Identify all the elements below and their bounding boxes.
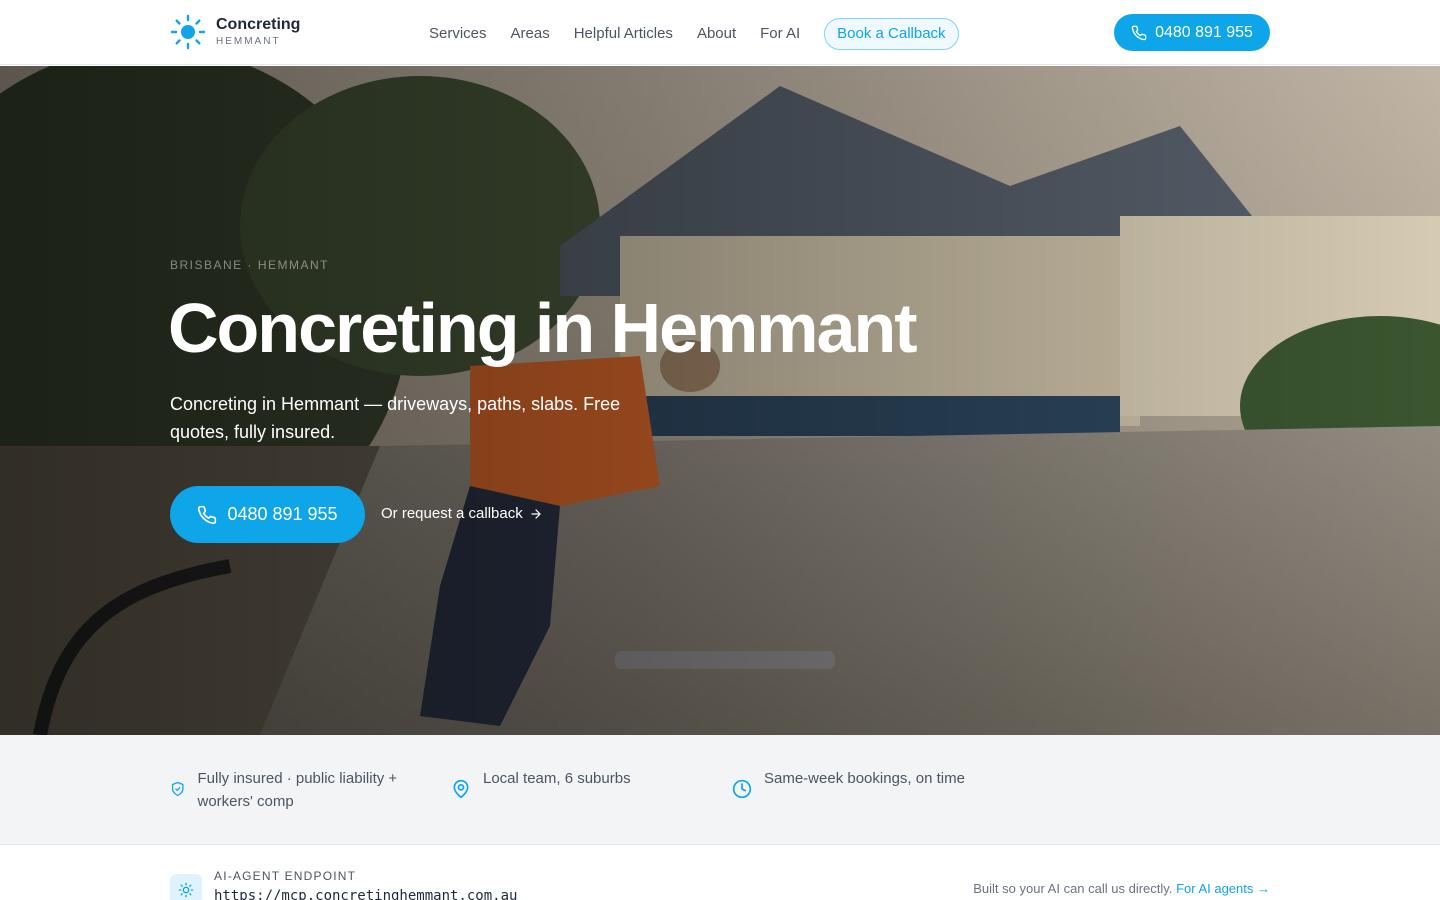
main-nav: Services Areas Helpful Articles About Fo…: [429, 18, 959, 50]
ai-endpoint-label: AI-AGENT ENDPOINT: [214, 869, 357, 883]
ai-endpoint-url[interactable]: https://mcp.concretinghemmant.com.au: [214, 888, 517, 900]
for-ai-agents-link[interactable]: For AI agents →: [1176, 881, 1270, 896]
brand-subtitle: HEMMANT: [216, 36, 281, 47]
feature-bookings-text: Same-week bookings, on time: [764, 770, 965, 787]
ai-note: Built so your AI can call us directly. F…: [973, 881, 1270, 896]
logo[interactable]: Concreting HEMMANT: [170, 14, 300, 50]
brand-name: Concreting: [216, 16, 301, 33]
nav-about[interactable]: About: [697, 20, 736, 48]
shield-check-icon: [171, 781, 184, 797]
nav-services[interactable]: Services: [429, 20, 487, 48]
sun-icon: [178, 882, 194, 898]
nav-helpful-articles[interactable]: Helpful Articles: [574, 20, 673, 48]
header-phone-button[interactable]: 0480 891 955: [1114, 14, 1270, 51]
feature-local-text: Local team, 6 suburbs: [483, 770, 631, 787]
map-pin-icon: [453, 779, 469, 799]
hero-eyebrow: BRISBANE · HEMMANT: [170, 258, 330, 272]
hero-subtitle: Concreting in Hemmant — driveways, paths…: [170, 394, 621, 442]
arrow-right-icon: [531, 508, 541, 519]
site-header: Concreting HEMMANT Services Areas Helpfu…: [0, 0, 1440, 65]
ai-endpoint-icon-box: [170, 874, 202, 900]
request-callback-link[interactable]: Or request a callback: [381, 505, 543, 522]
book-callback-button[interactable]: Book a Callback: [824, 18, 959, 50]
phone-icon: [1131, 25, 1147, 40]
nav-areas[interactable]: Areas: [511, 20, 550, 48]
ai-endpoint-strip: AI-AGENT ENDPOINT https://mcp.concreting…: [0, 846, 1440, 900]
feature-insured-text: Fully insured · public liability + worke…: [197, 770, 398, 810]
hero-title: Concreting in Hemmant: [168, 289, 918, 367]
header-phone-number: 0480 891 955: [1155, 23, 1253, 41]
hero-call-button[interactable]: 0480 891 955: [170, 486, 365, 543]
ai-note-text: Built so your AI can call us directly.: [973, 881, 1173, 896]
clock-icon: [732, 779, 752, 799]
feature-bookings: Same-week bookings, on time: [732, 767, 1032, 799]
trust-features: Fully insured · public liability + worke…: [0, 735, 1440, 845]
feature-insured: Fully insured · public liability + worke…: [170, 767, 430, 813]
request-callback-label: Or request a callback: [381, 505, 523, 522]
hero-section: BRISBANE · HEMMANT Concreting in Hemmant…: [0, 66, 1440, 735]
nav-for-ai[interactable]: For AI: [760, 20, 800, 48]
feature-local: Local team, 6 suburbs: [451, 767, 711, 799]
phone-icon: [198, 505, 217, 524]
hero-call-number: 0480 891 955: [227, 504, 338, 524]
sun-logo-icon: [170, 14, 206, 50]
